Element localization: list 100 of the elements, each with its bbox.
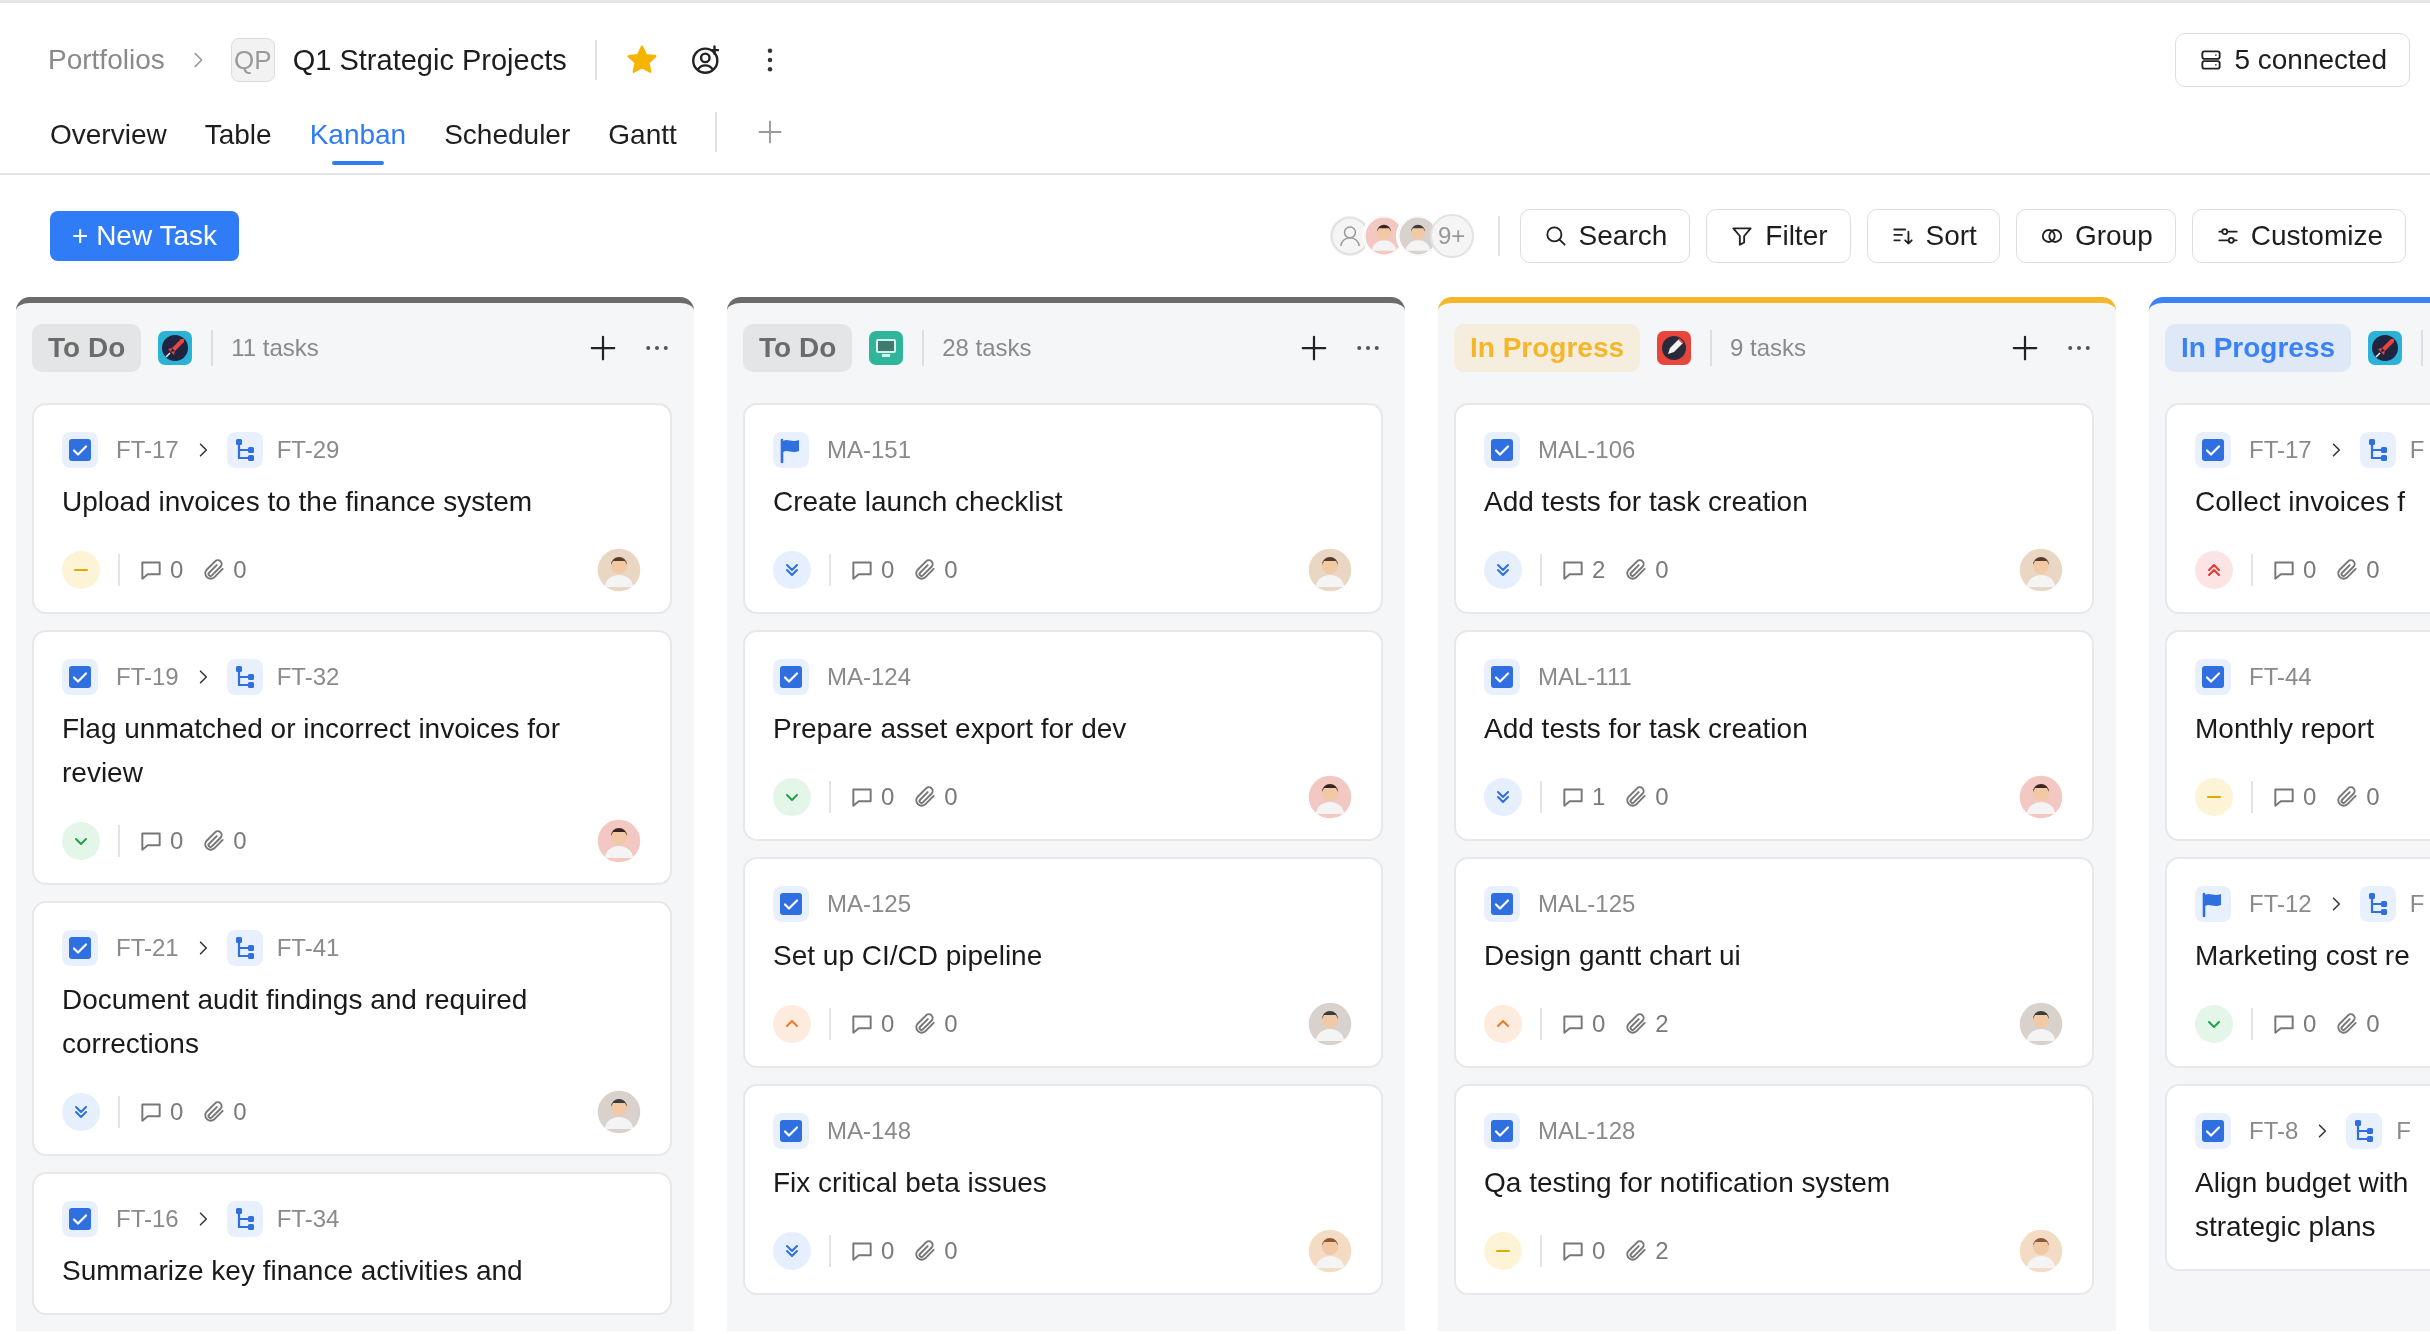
view-tab[interactable]: Scheduler bbox=[444, 96, 571, 167]
task-card[interactable]: MAL-106 Add tests for task creation 2 0 bbox=[1454, 403, 2094, 614]
attachment-count: 0 bbox=[2366, 783, 2380, 811]
task-card[interactable]: MAL-111 Add tests for task creation 1 0 bbox=[1454, 630, 2094, 841]
task-id[interactable]: MAL-111 bbox=[1538, 663, 1632, 691]
task-id[interactable]: MAL-106 bbox=[1538, 436, 1636, 464]
task-card[interactable]: FT-21 FT-41 Document audit findings and required corrections 0 0 bbox=[32, 901, 672, 1156]
task-card[interactable]: FT-44 Monthly report 0 0 bbox=[2165, 630, 2430, 841]
double-chevron-down-icon bbox=[1484, 778, 1522, 816]
view-tab[interactable]: Table bbox=[204, 96, 272, 167]
task-card[interactable]: MAL-125 Design gantt chart ui 0 2 bbox=[1454, 857, 2094, 1068]
task-count: 28 tasks bbox=[942, 334, 1032, 362]
view-tab[interactable]: Kanban bbox=[309, 96, 407, 167]
task-id[interactable]: FT-21 bbox=[116, 934, 179, 962]
toolbar-button[interactable]: Customize bbox=[2191, 209, 2406, 263]
comment-count: 0 bbox=[2303, 556, 2317, 584]
task-id[interactable]: MAL-128 bbox=[1538, 1117, 1636, 1145]
task-card[interactable]: FT-12 F Marketing cost re 0 0 bbox=[2165, 857, 2430, 1068]
task-id[interactable]: FT-12 bbox=[2249, 890, 2312, 918]
task-title: Design gantt chart ui bbox=[1484, 939, 1742, 973]
double-chevron-down-icon bbox=[773, 551, 811, 589]
chevron-up-icon bbox=[1484, 1005, 1522, 1043]
attachment-count: 2 bbox=[1655, 1010, 1669, 1038]
task-id[interactable]: FT-16 bbox=[116, 1205, 179, 1233]
attachment-count: 0 bbox=[944, 1237, 958, 1265]
task-title: Add tests for task creation bbox=[1484, 485, 1809, 519]
view-tab[interactable]: Overview bbox=[50, 96, 167, 167]
double-chevron-down-icon bbox=[1484, 551, 1522, 589]
comment-count: 0 bbox=[170, 556, 184, 584]
task-card[interactable]: MA-151 Create launch checklist 0 0 bbox=[743, 403, 1383, 614]
task-count: 11 tasks bbox=[231, 334, 319, 362]
task-title: Qa testing for notification system bbox=[1484, 1166, 1892, 1200]
toolbar-button[interactable]: Sort bbox=[1866, 209, 2000, 263]
new-task-button[interactable]: + New Task bbox=[50, 211, 239, 261]
chevron-up-icon bbox=[773, 1005, 811, 1043]
task-id[interactable]: FT-19 bbox=[116, 663, 179, 691]
task-id[interactable]: MA-151 bbox=[827, 436, 912, 464]
view-tab[interactable]: Gantt bbox=[608, 96, 677, 167]
task-id[interactable]: MA-124 bbox=[827, 663, 912, 691]
plus-icon bbox=[1299, 333, 1329, 363]
checkbox-icon bbox=[62, 930, 98, 966]
task-id[interactable]: FT-44 bbox=[2249, 663, 2312, 691]
subtask-id[interactable]: FT-29 bbox=[276, 436, 340, 464]
task-id[interactable]: MAL-125 bbox=[1538, 890, 1636, 918]
task-title: Fix critical beta issues bbox=[773, 1166, 1048, 1200]
task-card[interactable]: FT-17 FT-29 Upload invoices to the finance system 0 0 bbox=[32, 403, 672, 614]
checkbox-icon bbox=[1484, 659, 1520, 695]
toolbar-button[interactable]: Search bbox=[1519, 209, 1691, 263]
task-title: Monthly report bbox=[2195, 712, 2375, 746]
breadcrumb-link[interactable]: Portfolios bbox=[48, 44, 165, 76]
double-chevron-down-icon bbox=[773, 1232, 811, 1270]
task-title: Upload invoices to the finance system bbox=[62, 485, 534, 519]
toolbar-button[interactable]: Filter bbox=[1706, 209, 1851, 263]
subtask-id[interactable]: FT-34 bbox=[276, 1205, 340, 1233]
task-card[interactable]: MA-125 Set up CI/CD pipeline 0 0 bbox=[743, 857, 1383, 1068]
task-count: 9 tasks bbox=[1730, 334, 1807, 362]
chevron-down-icon bbox=[62, 822, 100, 860]
subtask-id[interactable]: F bbox=[2409, 436, 2425, 464]
subtask-id[interactable]: FT-32 bbox=[276, 663, 340, 691]
toolbar-button[interactable]: Group bbox=[2015, 209, 2176, 263]
task-title: Flag unmatched or incorrect invoices for review bbox=[62, 712, 561, 790]
task-card[interactable]: FT-19 FT-32 Flag unmatched or incorrect invoices for review 0 0 bbox=[32, 630, 672, 885]
attachment-count: 0 bbox=[1655, 783, 1669, 811]
comment-count: 0 bbox=[2303, 1010, 2317, 1038]
more-members[interactable]: 9+ bbox=[1429, 214, 1474, 258]
task-card[interactable]: FT-16 FT-34 Summarize key finance activities and bbox=[32, 1172, 672, 1315]
checkbox-icon bbox=[773, 659, 809, 695]
task-title: Align budget with strategic plans bbox=[2195, 1166, 2410, 1244]
flag-icon bbox=[2195, 886, 2231, 922]
task-id[interactable]: FT-17 bbox=[2249, 436, 2312, 464]
task-card[interactable]: FT-17 F Collect invoices f 0 0 bbox=[2165, 403, 2430, 614]
task-title: Marketing cost re bbox=[2195, 939, 2411, 973]
avatar bbox=[2018, 774, 2064, 820]
minus-icon bbox=[1484, 1232, 1522, 1270]
plus-icon bbox=[2010, 333, 2040, 363]
avatar bbox=[2018, 547, 2064, 593]
task-id[interactable]: FT-8 bbox=[2249, 1117, 2299, 1145]
attachment-count: 0 bbox=[944, 783, 958, 811]
task-id[interactable]: FT-17 bbox=[116, 436, 179, 464]
checkbox-icon bbox=[62, 432, 98, 468]
task-card[interactable]: MA-124 Prepare asset export for dev 0 0 bbox=[743, 630, 1383, 841]
subtask-id[interactable]: F bbox=[2409, 890, 2425, 918]
connections-button[interactable]: 5 connected bbox=[2175, 33, 2410, 87]
attachment-count: 0 bbox=[233, 827, 247, 855]
task-id[interactable]: MA-125 bbox=[827, 890, 912, 918]
subtask-id[interactable]: F bbox=[2396, 1117, 2411, 1145]
subtask-icon bbox=[226, 659, 263, 695]
avatar bbox=[2018, 1228, 2064, 1274]
subtask-id[interactable]: FT-41 bbox=[276, 934, 340, 962]
project-title: Q1 Strategic Projects bbox=[292, 43, 567, 77]
task-title: Add tests for task creation bbox=[1484, 712, 1809, 746]
task-card[interactable]: FT-8 F Align budget with strategic plans bbox=[2165, 1084, 2430, 1271]
task-title: Document audit findings and required corrections bbox=[62, 983, 529, 1061]
comment-count: 0 bbox=[881, 783, 895, 811]
task-id[interactable]: MA-148 bbox=[827, 1117, 912, 1145]
comment-count: 0 bbox=[1592, 1010, 1606, 1038]
task-card[interactable]: MAL-128 Qa testing for notification system 0 2 bbox=[1454, 1084, 2094, 1295]
task-card[interactable]: MA-148 Fix critical beta issues 0 0 bbox=[743, 1084, 1383, 1295]
minus-icon bbox=[62, 551, 100, 589]
comment-count: 0 bbox=[2303, 783, 2317, 811]
